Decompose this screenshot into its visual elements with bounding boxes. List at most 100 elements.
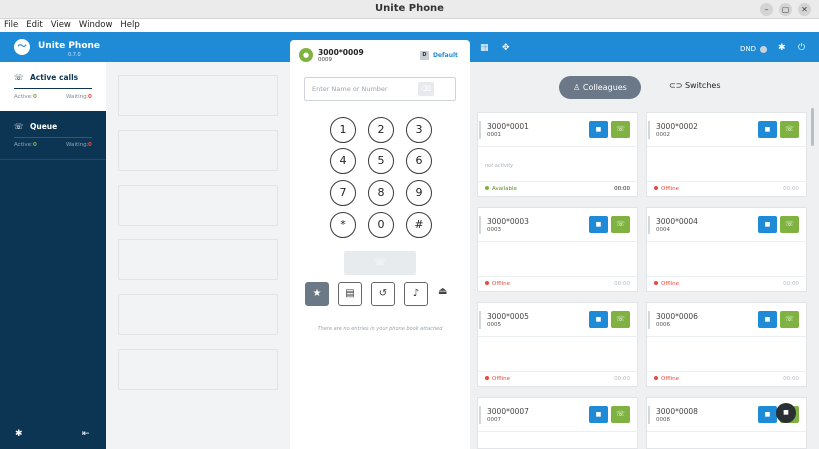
- scrollbar[interactable]: [811, 108, 814, 146]
- active-calls-title: Active calls: [30, 73, 79, 82]
- power-icon[interactable]: ⏻: [798, 43, 805, 53]
- settings-gear-icon[interactable]: ✱: [778, 43, 786, 53]
- dnd-toggle[interactable]: [760, 46, 767, 53]
- video-call-button[interactable]: ■: [758, 121, 777, 138]
- dialer-panel: ● 3000*0009 0009 D Default Enter Name or…: [290, 40, 470, 449]
- colleague-name: 3000*0007: [487, 407, 529, 416]
- colleague-card[interactable]: 3000*0005 0005 ■ ☏ Offline 00:00: [477, 302, 639, 387]
- dial-key-6[interactable]: 6: [406, 148, 432, 174]
- colleague-extension: 0004: [656, 227, 670, 233]
- colleague-card[interactable]: 3000*0007 0007 ■ ☏: [477, 397, 639, 449]
- video-call-button[interactable]: ■: [589, 311, 608, 328]
- tab-colleagues[interactable]: ♙ Colleagues: [559, 76, 641, 99]
- status-time: 00:00: [614, 281, 630, 287]
- maximize-icon[interactable]: ▢: [779, 3, 792, 16]
- sidebar-item-queue[interactable]: ☏ Queue Active: 0 Waiting: 0: [0, 112, 106, 158]
- audio-call-button[interactable]: ☏: [780, 311, 799, 328]
- dial-key-hash[interactable]: #: [406, 212, 432, 238]
- dnd-label: DND: [740, 45, 757, 53]
- divider: [0, 159, 106, 160]
- status-badge: Offline: [654, 376, 679, 382]
- colleague-card[interactable]: 3000*0006 0006 ■ ☏ Offline 00:00: [646, 302, 808, 387]
- dial-key-1[interactable]: 1: [330, 117, 356, 143]
- favorites-star-icon[interactable]: ★: [305, 282, 329, 306]
- menu-edit[interactable]: Edit: [26, 19, 42, 32]
- video-call-button[interactable]: ■: [758, 216, 777, 233]
- colleague-extension: 0001: [487, 132, 501, 138]
- call-button[interactable]: ☏: [344, 251, 416, 275]
- history-icon[interactable]: ↺: [371, 282, 395, 306]
- dial-key-5[interactable]: 5: [368, 148, 394, 174]
- app-logo-icon: 〜: [14, 39, 30, 55]
- tab-colleagues-label: Colleagues: [582, 83, 627, 92]
- close-icon[interactable]: ✕: [798, 3, 811, 16]
- video-call-button[interactable]: ■: [758, 406, 777, 423]
- voicemail-mic-icon[interactable]: ♪: [404, 282, 428, 306]
- audio-call-button[interactable]: ☏: [611, 406, 630, 423]
- dial-key-2[interactable]: 2: [368, 117, 394, 143]
- dial-key-8[interactable]: 8: [368, 180, 394, 206]
- colleague-extension: 0006: [656, 322, 670, 328]
- colleague-activity: not activity: [485, 163, 514, 169]
- menu-view[interactable]: View: [51, 19, 71, 32]
- call-slot: [118, 130, 278, 171]
- window-titlebar: Unite Phone – ▢ ✕: [0, 0, 819, 19]
- collapse-sidebar-icon[interactable]: ⇤: [82, 429, 90, 439]
- minimize-icon[interactable]: –: [760, 3, 773, 16]
- video-call-button[interactable]: ■: [589, 216, 608, 233]
- app-name: Unite Phone: [38, 41, 101, 51]
- colleague-extension: 0005: [487, 322, 501, 328]
- settings-gear-icon[interactable]: ✱: [15, 429, 23, 439]
- colleague-card[interactable]: 3000*0002 0002 ■ ☏ Offline 00:00: [646, 112, 808, 197]
- colleague-extension: 0007: [487, 417, 501, 423]
- menu-file[interactable]: File: [4, 19, 18, 32]
- menu-window[interactable]: Window: [79, 19, 113, 32]
- colleague-name: 3000*0003: [487, 217, 529, 226]
- dial-key-0[interactable]: 0: [368, 212, 394, 238]
- video-fab-icon[interactable]: ■: [776, 403, 796, 423]
- colleague-extension: 0008: [656, 417, 670, 423]
- users-icon: ♙: [573, 83, 581, 92]
- backspace-icon[interactable]: ⌫: [418, 82, 434, 96]
- video-call-button[interactable]: ■: [589, 121, 608, 138]
- upload-icon[interactable]: ⏏: [438, 286, 447, 297]
- dial-key-9[interactable]: 9: [406, 180, 432, 206]
- menu-help[interactable]: Help: [120, 19, 139, 32]
- audio-call-button[interactable]: ☏: [611, 311, 630, 328]
- video-call-button[interactable]: ■: [758, 311, 777, 328]
- queue-waiting-count: 0: [88, 142, 92, 148]
- audio-call-button[interactable]: ☏: [780, 216, 799, 233]
- tab-switches[interactable]: ⊂⊃ Switches: [669, 81, 721, 90]
- audio-call-button[interactable]: ☏: [611, 216, 630, 233]
- move-icon[interactable]: ✥: [502, 43, 510, 53]
- divider: [14, 137, 92, 138]
- colleague-name: 3000*0002: [656, 122, 698, 131]
- default-profile-link[interactable]: Default: [433, 52, 458, 59]
- status-time: 00:00: [614, 376, 630, 382]
- window-title: Unite Phone: [375, 3, 444, 14]
- colleague-card[interactable]: 3000*0004 0004 ■ ☏ Offline 00:00: [646, 207, 808, 292]
- default-badge: D: [420, 51, 429, 60]
- audio-call-button[interactable]: ☏: [780, 121, 799, 138]
- status-badge: Offline: [485, 376, 510, 382]
- phone-call-icon: ☏: [14, 73, 24, 82]
- sidebar: ☏ Active calls Active: 0 Waiting: 0 ☏ Qu…: [0, 62, 106, 449]
- video-call-button[interactable]: ■: [589, 406, 608, 423]
- waiting-count: 0: [88, 94, 92, 100]
- sidebar-item-active-calls[interactable]: ☏ Active calls Active: 0 Waiting: 0: [0, 62, 106, 111]
- audio-call-button[interactable]: ☏: [611, 121, 630, 138]
- dial-key-7[interactable]: 7: [330, 180, 356, 206]
- dial-key-3[interactable]: 3: [406, 117, 432, 143]
- empty-phonebook-message: There are no entries in your phone book …: [317, 326, 443, 332]
- active-label: Active:: [14, 94, 33, 100]
- dial-key-star[interactable]: *: [330, 212, 356, 238]
- colleague-card[interactable]: 3000*0003 0003 ■ ☏ Offline 00:00: [477, 207, 639, 292]
- divider: [14, 88, 92, 89]
- phonebook-icon[interactable]: ▤: [338, 282, 362, 306]
- colleague-name: 3000*0008: [656, 407, 698, 416]
- dial-key-4[interactable]: 4: [330, 148, 356, 174]
- queue-active-label: Active:: [14, 142, 33, 148]
- user-extension: 0009: [318, 57, 332, 63]
- colleague-card[interactable]: 3000*0001 0001 ■ ☏ not activity Availabl…: [477, 112, 639, 197]
- grid-view-icon[interactable]: ▦: [480, 43, 489, 53]
